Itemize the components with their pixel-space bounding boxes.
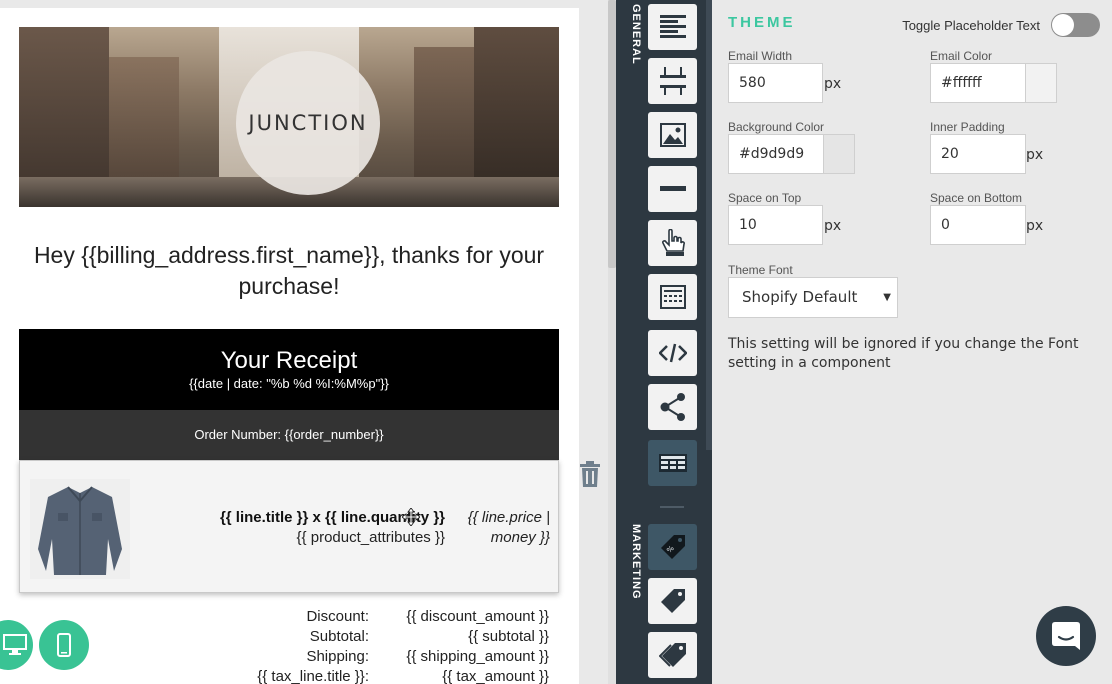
email-color-input[interactable]: #ffffff <box>930 63 1026 103</box>
email-color-swatch[interactable] <box>1025 63 1057 103</box>
spacer-component-button[interactable] <box>648 58 697 104</box>
theme-font-note: This setting will be ignored if you chan… <box>728 336 1079 371</box>
desktop-icon <box>3 634 27 655</box>
rail-separator <box>660 506 684 508</box>
greeting-text[interactable]: Hey {{billing_address.first_name}}, than… <box>19 240 559 302</box>
line-item-price: {{ line.price | money }} <box>467 509 550 546</box>
divider-component-button[interactable] <box>648 166 697 212</box>
mobile-view-button[interactable] <box>39 620 89 670</box>
line-item-attributes: {{ product_attributes }} <box>296 529 445 546</box>
space-bottom-input[interactable]: 0 <box>930 205 1026 245</box>
button-pointer-icon <box>661 229 685 256</box>
image-component-button[interactable] <box>648 112 697 158</box>
move-cursor-icon <box>402 508 420 526</box>
theme-font-label: Theme Font <box>728 263 793 277</box>
social-share-component-button[interactable] <box>648 384 697 430</box>
product-table-icon <box>658 454 687 472</box>
background-color-swatch[interactable] <box>823 134 855 174</box>
theme-font-select[interactable]: Shopify Default ▼ <box>728 277 898 318</box>
space-bottom-label: Space on Bottom <box>930 191 1023 205</box>
background-color-label: Background Color <box>728 120 825 134</box>
product-image <box>30 479 130 579</box>
line-item-block[interactable]: {{ line.title }} x {{ line.quantity }} {… <box>19 460 559 593</box>
shirt-icon <box>38 486 122 575</box>
html-component-button[interactable] <box>648 330 697 376</box>
totals-row: Shipping: {{ shipping_amount }} <box>19 648 559 668</box>
tags-icon <box>658 643 686 667</box>
discount-component-button[interactable]: % <box>648 524 697 570</box>
space-top-input[interactable]: 10 <box>728 205 823 245</box>
totals-value: {{ tax_amount }} <box>442 668 549 684</box>
logo-text: JUNCTION <box>248 111 368 135</box>
totals-label: {{ tax_line.title }}: <box>257 668 369 684</box>
totals-row: {{ tax_line.title }}: {{ tax_amount }} <box>19 668 559 684</box>
theme-font-value: Shopify Default <box>742 288 858 306</box>
inner-padding-input[interactable]: 20 <box>930 134 1026 174</box>
toggle-placeholder-label: Toggle Placeholder Text <box>902 18 1040 33</box>
chevron-down-icon: ▼ <box>883 292 891 303</box>
email-width-label: Email Width <box>728 49 793 63</box>
receipt-header[interactable]: Your Receipt {{date | date: "%b %d %I:%M… <box>19 329 559 410</box>
chat-launcher-button[interactable] <box>1036 606 1096 666</box>
tab-general[interactable]: GENERAL <box>616 4 642 65</box>
email-color-label: Email Color <box>930 49 993 63</box>
space-bottom-unit: px <box>1026 218 1044 234</box>
logo-circle: JUNCTION <box>236 51 380 195</box>
toggle-knob <box>1052 14 1074 36</box>
placeholder-text-toggle[interactable] <box>1051 13 1100 37</box>
totals-row: Subtotal: {{ subtotal }} <box>19 628 559 648</box>
preview-scrollbar-thumb[interactable] <box>608 0 616 268</box>
preview-scrollbar[interactable] <box>608 0 616 684</box>
image-icon <box>659 123 686 147</box>
inner-padding-label: Inner Padding <box>930 120 1005 134</box>
chat-icon <box>1052 622 1080 650</box>
layout-component-button[interactable] <box>648 274 697 320</box>
table-layout-icon <box>659 285 686 309</box>
space-top-label: Space on Top <box>728 191 802 205</box>
totals-label: Shipping: <box>306 648 369 665</box>
order-number-bar[interactable]: Order Number: {{order_number}} <box>19 410 559 460</box>
totals-row: Discount: {{ discount_amount }} <box>19 608 559 628</box>
receipt-title: Your Receipt <box>220 347 358 374</box>
totals-label: Discount: <box>306 608 369 625</box>
tag-icon <box>660 589 685 613</box>
discount-tag-icon: % <box>660 535 685 559</box>
mobile-phone-icon <box>57 633 71 657</box>
email-width-unit: px <box>824 76 842 92</box>
text-align-icon <box>659 15 686 38</box>
hero-image[interactable]: JUNCTION <box>19 27 559 207</box>
code-icon <box>658 343 687 363</box>
tab-marketing[interactable]: MARKETING <box>616 524 642 600</box>
divider-icon <box>659 186 686 191</box>
totals-value: {{ shipping_amount }} <box>406 648 549 665</box>
panel-title: THEME <box>728 14 796 31</box>
inner-padding-unit: px <box>1026 147 1044 163</box>
receipt-date: {{date | date: "%b %d %I:%M%p"}} <box>189 376 389 391</box>
spacer-icon <box>659 67 686 95</box>
background-color-input[interactable]: #d9d9d9 <box>728 134 824 174</box>
theme-settings-panel: THEME Toggle Placeholder Text Email Widt… <box>712 0 1112 684</box>
text-component-button[interactable] <box>648 4 697 50</box>
totals-value: {{ discount_amount }} <box>406 608 549 625</box>
button-component-button[interactable] <box>648 220 697 266</box>
email-preview-area: JUNCTION Hey {{billing_address.first_nam… <box>0 0 608 684</box>
email-editor: JUNCTION Hey {{billing_address.first_nam… <box>0 0 1112 684</box>
share-icon <box>660 393 685 421</box>
totals-label: Subtotal: <box>309 628 369 645</box>
tag-component-button[interactable] <box>648 578 697 624</box>
email-width-input[interactable]: 580 <box>728 63 823 103</box>
product-table-component-button[interactable] <box>648 440 697 486</box>
trash-icon[interactable] <box>578 461 602 487</box>
space-top-unit: px <box>824 218 842 234</box>
totals-value: {{ subtotal }} <box>468 628 549 645</box>
email-canvas: JUNCTION Hey {{billing_address.first_nam… <box>0 8 579 684</box>
tags-component-button[interactable] <box>648 632 697 678</box>
